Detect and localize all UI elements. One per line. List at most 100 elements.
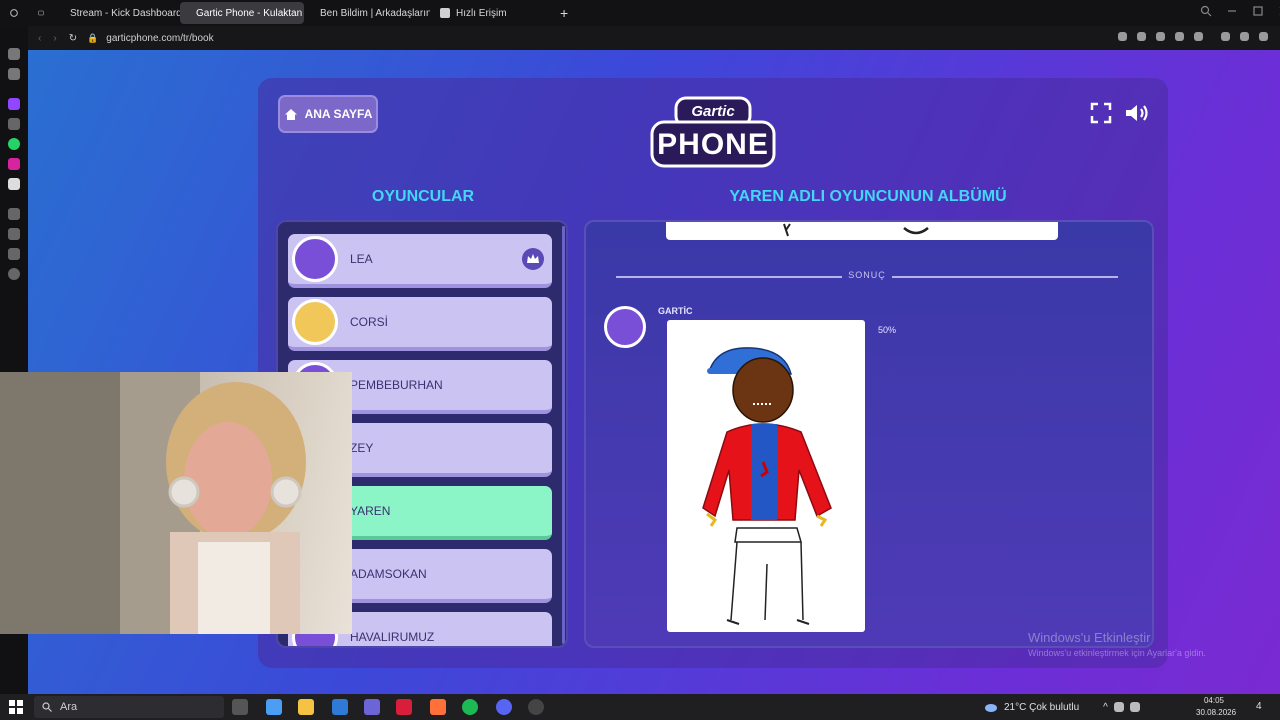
mail-icon[interactable] [332,699,348,715]
author-avatar [604,306,646,348]
wallet-icon[interactable] [1221,32,1230,41]
history-icon[interactable] [8,208,20,220]
players-scrollbar[interactable] [562,226,565,644]
maximize-icon[interactable] [1252,5,1264,17]
players-heading: OYUNCULAR [371,188,475,205]
home-button[interactable]: ANA SAYFA [278,95,378,133]
taskbar: Ara 21°C Çok bulutlu ^ 04:05 30.08.2026 … [0,694,1280,720]
opera-gx-icon[interactable] [396,699,412,715]
lock-icon: 🔒 [87,32,99,43]
avatar [292,236,338,282]
windows-start-icon[interactable] [9,700,23,714]
window-controls [1200,5,1280,17]
webcam-overlay [0,372,352,634]
notification-count[interactable]: 4 [1256,701,1262,712]
file-explorer-icon[interactable] [298,699,314,715]
instagram-icon[interactable] [8,158,20,170]
clock-icon[interactable] [8,228,20,240]
network-icon[interactable] [1113,702,1124,712]
drawing-canvas [667,320,865,632]
crown-icon [522,248,544,270]
whatsapp-icon[interactable] [8,138,20,150]
watermark-title: Windows'u Etkinleştir [1028,630,1151,645]
address-bar: ‹ › ↻ 🔒 garticphone.com/tr/book [28,26,1280,50]
grid-icon [440,8,450,18]
volume-tray-icon[interactable] [1129,702,1140,712]
album-heading: YAREN ADLI OYUNCUNUN ALBÜMÜ [729,188,1007,205]
player-name: YAREN [350,504,391,518]
tab-gartic[interactable]: Gartic Phone - Kulaktan K [180,2,304,24]
search-placeholder: Ara [60,701,78,713]
taskbar-search[interactable]: Ara [34,696,224,718]
top-right-controls [1090,102,1152,124]
tab-quick-access[interactable]: Hızlı Erişim [430,2,550,24]
discord-icon[interactable] [496,699,512,715]
play-icon[interactable] [1175,32,1184,41]
weather-text[interactable]: 21°C Çok bulutlu [1004,702,1079,713]
fullscreen-icon[interactable] [1090,102,1112,124]
tab-benbildim[interactable]: Ben Bildim | Arkadaşlarınla [304,2,430,24]
back-icon[interactable]: ‹ [38,33,41,44]
snapshot-icon[interactable] [1137,32,1146,41]
task-view-icon[interactable] [232,699,248,715]
x-icon[interactable] [8,178,20,190]
divider-line [616,276,842,278]
volume-icon[interactable] [1124,102,1152,124]
author-name: GARTİC [658,306,693,316]
copilot-icon[interactable] [266,699,282,715]
search-icon[interactable] [1200,5,1212,17]
workspace-icon[interactable] [8,48,20,60]
browser-tab-strip: Stream - Kick Dashboard Gartic Phone - K… [0,0,1280,26]
tray-expand-icon[interactable]: ^ [1103,702,1108,713]
home-icon [284,108,297,120]
system-tray: 21°C Çok bulutlu ^ [984,694,1140,720]
forward-icon[interactable]: › [53,33,56,44]
vote-percent: 50% [878,325,897,335]
shield-icon[interactable] [1156,32,1165,41]
divider-line [892,276,1118,278]
tab-overview-button[interactable] [28,2,54,24]
extensions-icon[interactable] [8,248,20,260]
drawing-image [702,347,832,625]
player-name: CORSİ [350,315,389,329]
obs-icon[interactable] [528,699,544,715]
logo-top-text: Gartic [691,103,735,120]
activation-watermark: Windows'u Etkinleştir Windows'u etkinleş… [1028,630,1206,658]
percent-icon[interactable] [8,118,20,130]
player-name: ADAMSOKAN [350,567,427,581]
result-label: SONUÇ [848,270,886,280]
reload-icon[interactable]: ↻ [69,33,77,44]
spotify-icon[interactable] [462,699,478,715]
time-text: 04:05 [1203,696,1225,705]
download-icon[interactable] [1240,32,1249,41]
messenger-icon[interactable] [8,68,20,80]
settings-icon[interactable] [8,268,20,280]
more-icon[interactable] [1259,32,1268,41]
tab-label: Stream - Kick Dashboard [70,7,182,19]
taskbar-clock[interactable]: 04:05 30.08.2026 [1196,695,1237,719]
tab-label: Gartic Phone - Kulaktan K [196,7,304,19]
tab-kick[interactable]: Stream - Kick Dashboard [54,2,182,24]
result-divider: SONUÇ [616,270,1118,284]
player-name: HAVALIRUMUZ [350,630,435,644]
opera-logo-icon [10,9,18,17]
heart-icon[interactable] [1194,32,1203,41]
home-button-label: ANA SAYFA [304,107,373,121]
player-name: PEMBEBURHAN [350,378,443,392]
tab-label: Ben Bildim | Arkadaşlarınla [320,7,430,19]
minimize-icon[interactable] [1226,5,1238,17]
browser-menu-button[interactable] [0,2,28,24]
avatar [292,299,338,345]
pin-icon[interactable] [1118,32,1127,41]
gartic-phone-logo: Gartic PHONE [650,96,776,170]
previous-drawing-card [666,222,1058,240]
date-text: 30.08.2026 [1196,708,1237,717]
url-field[interactable]: garticphone.com/tr/book [106,33,213,44]
player-name: ZEY [350,441,374,455]
player-corsi[interactable]: CORSİ [288,297,552,351]
player-lea[interactable]: LEA [288,234,552,288]
firefox-icon[interactable] [430,699,446,715]
new-tab-button[interactable]: + [550,2,578,24]
twitch-icon[interactable] [8,98,20,110]
teams-icon[interactable] [364,699,380,715]
